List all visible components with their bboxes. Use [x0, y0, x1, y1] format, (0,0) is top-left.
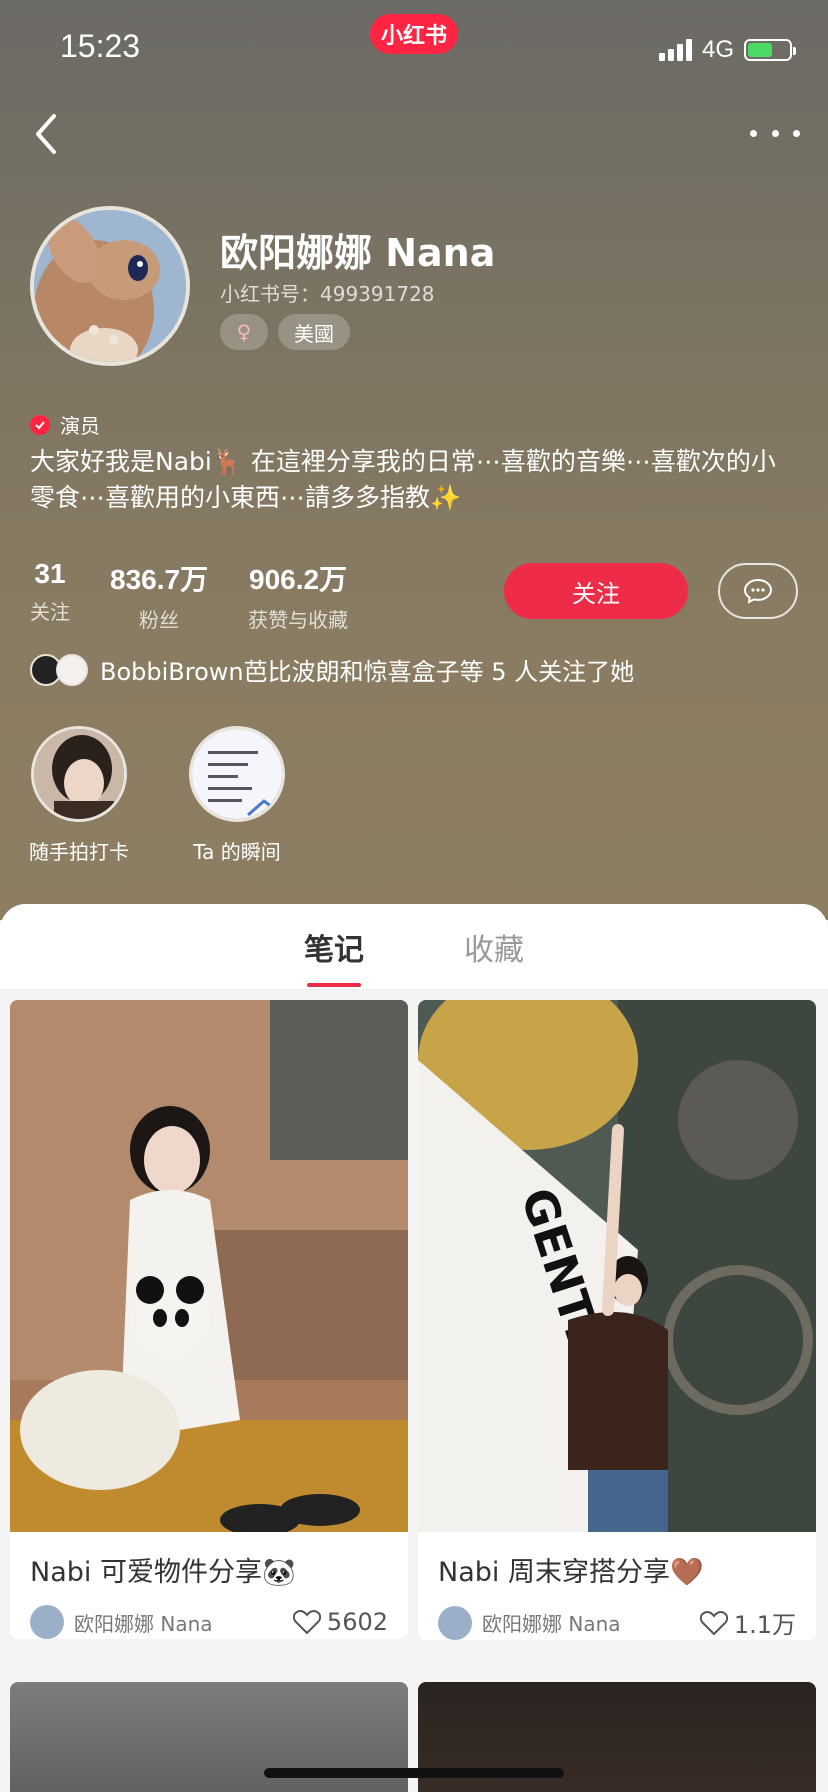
profile-tags: ♀ 美國 — [220, 314, 350, 350]
more-icon[interactable] — [750, 118, 800, 148]
note-card[interactable]: GENTLE Nabi 周末穿搭分享🤎 欧阳娜娜 Nana 1.1万 — [418, 1000, 816, 1640]
network-label: 4G — [701, 36, 734, 63]
redid: 小红书号：499391728 — [220, 282, 435, 306]
status-time: 15:23 — [60, 28, 141, 64]
highlight-item[interactable]: 随手拍打卡 — [20, 726, 138, 865]
location-tag: 美國 — [278, 314, 350, 350]
status-indicators: 4G — [658, 36, 796, 64]
note-title: Nabi 周末穿搭分享🤎 — [438, 1557, 704, 1588]
notes-section: 笔记 收藏 Nabi 可爱物件分享🐼 欧阳娜娜 Nana 5602 GENTLE… — [0, 904, 828, 1792]
highlight-thumbnail — [189, 726, 285, 822]
highlights: 随手拍打卡 Ta 的瞬间 — [20, 726, 296, 865]
verified-check-icon — [30, 414, 50, 435]
like-button[interactable]: 1.1万 — [699, 1605, 796, 1640]
back-icon[interactable] — [28, 110, 68, 158]
verified-badge: 演员 — [30, 410, 100, 439]
signal-icon — [658, 39, 692, 61]
home-indicator — [264, 1768, 564, 1778]
note-cover — [10, 1000, 408, 1532]
battery-icon — [744, 39, 796, 61]
note-cover: GENTLE — [418, 1000, 816, 1532]
stat-following[interactable]: 31 关注 — [30, 558, 70, 633]
tab-collections[interactable]: 收藏 — [464, 925, 524, 969]
profile-bio: 大家好我是Nabi🦌 在這裡分享我的日常⋯喜歡的音樂⋯喜歡次的小零食⋯喜歡用的小… — [30, 447, 776, 512]
highlight-item[interactable]: Ta 的瞬间 — [178, 726, 296, 865]
chat-icon — [743, 578, 773, 604]
note-meta: 欧阳娜娜 Nana 1.1万 — [418, 1599, 816, 1640]
heart-icon — [699, 1610, 728, 1635]
profile-name: 欧阳娜娜 Nana — [220, 231, 496, 275]
tab-notes[interactable]: 笔记 — [304, 925, 364, 969]
note-card[interactable]: Nabi 可爱物件分享🐼 欧阳娜娜 Nana 5602 — [10, 1000, 408, 1639]
profile-stats: 31 关注 836.7万 粉丝 906.2万 获赞与收藏 — [30, 558, 388, 633]
stat-likes[interactable]: 906.2万 获赞与收藏 — [248, 558, 348, 633]
gender-tag: ♀ — [220, 314, 268, 350]
note-author[interactable]: 欧阳娜娜 Nana — [438, 1605, 621, 1640]
message-button[interactable] — [718, 563, 798, 619]
highlight-thumbnail — [31, 726, 127, 822]
heart-icon — [292, 1610, 321, 1635]
app-pill[interactable]: 小红书 — [370, 14, 458, 54]
author-avatar — [30, 1605, 64, 1639]
like-button[interactable]: 5602 — [292, 1608, 388, 1636]
profile-tabs: 笔记 收藏 — [0, 904, 828, 990]
follow-button[interactable]: 关注 — [504, 563, 688, 619]
author-avatar — [438, 1605, 472, 1640]
note-title: Nabi 可爱物件分享🐼 — [30, 1557, 296, 1588]
profile-header: 15:23 小红书 4G 欧阳娜娜 Nana 小红书号：499391728 ♀ … — [0, 0, 828, 920]
note-meta: 欧阳娜娜 Nana 5602 — [10, 1599, 408, 1639]
note-author[interactable]: 欧阳娜娜 Nana — [30, 1605, 213, 1639]
avatar[interactable] — [30, 206, 190, 366]
stat-followers[interactable]: 836.7万 粉丝 — [110, 558, 208, 633]
mutual-followers[interactable]: BobbiBrown芭比波朗和惊喜盒子等 5 人关注了她 — [30, 652, 634, 687]
mutual-avatars — [30, 653, 88, 686]
